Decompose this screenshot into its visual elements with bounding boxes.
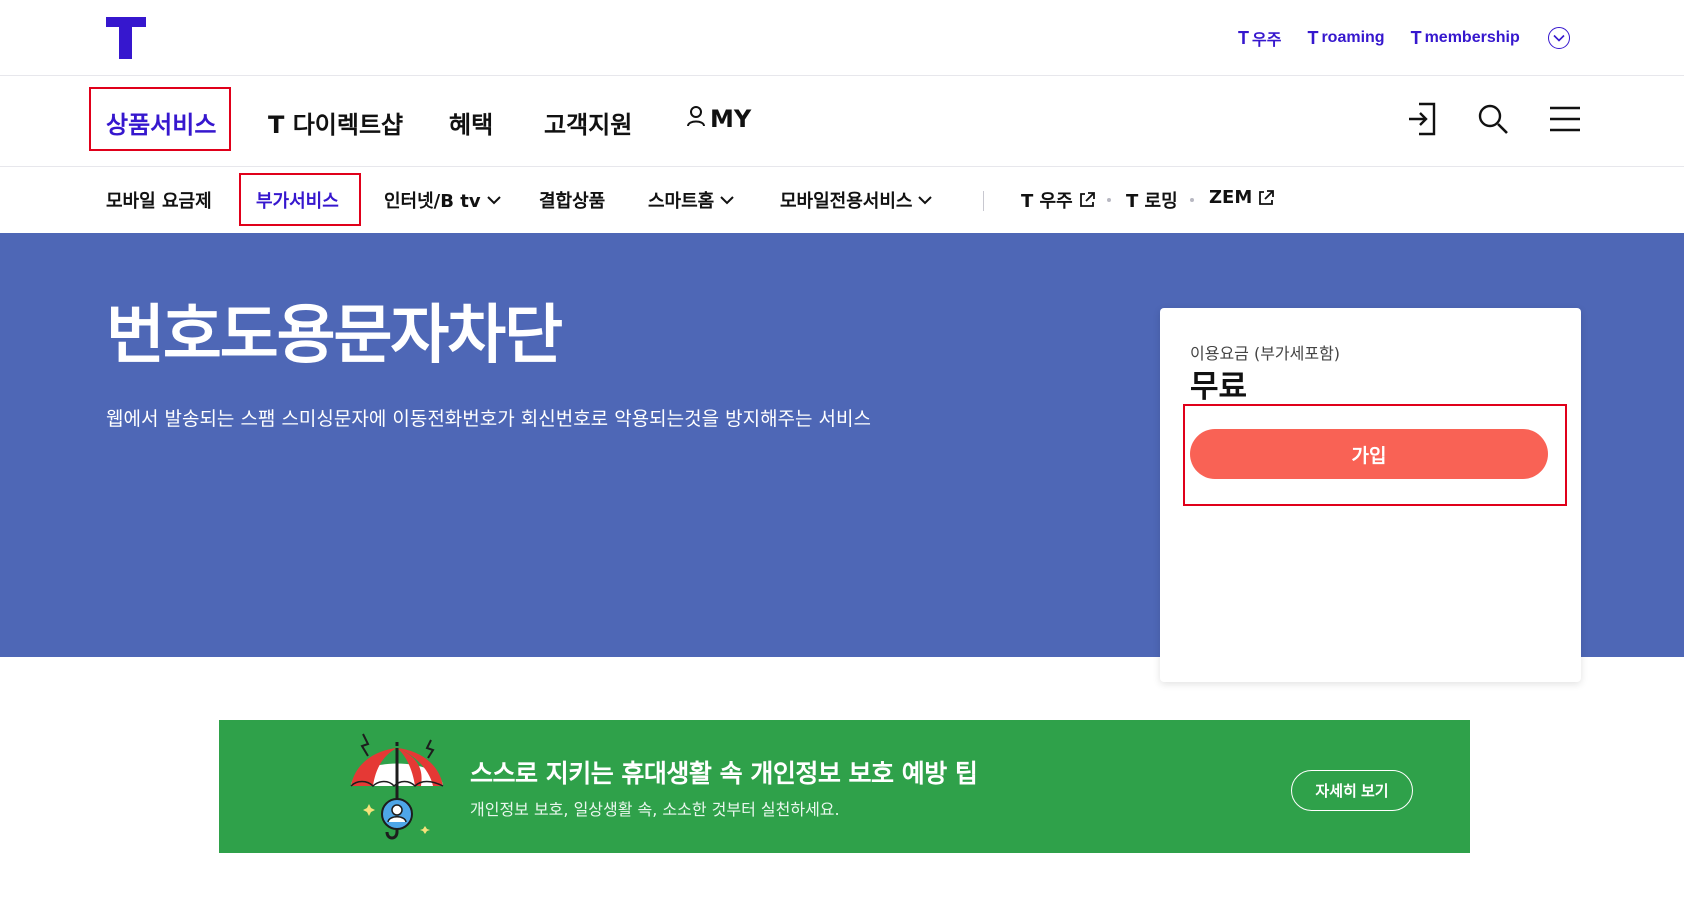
util-link-label: membership xyxy=(1424,29,1520,46)
lnb-item-t-roaming[interactable]: T 로밍 xyxy=(1126,187,1178,213)
page-title: 번호도용문자차단 xyxy=(106,299,563,373)
lnb-item-label: ZEM xyxy=(1209,187,1253,208)
separator-dot xyxy=(1190,198,1194,202)
main-navigation: 상품서비스 T 다이렉트샵 혜택 고객지원 MY xyxy=(0,77,1684,167)
lnb-item-label: 모바일전용서비스 xyxy=(780,191,913,212)
lnb-item-label: 스마트홈 xyxy=(648,191,715,212)
gnb-item-label: MY xyxy=(710,105,752,133)
util-link-prefix: T xyxy=(1307,27,1319,48)
util-link-t-universe[interactable]: T 우주 xyxy=(1238,26,1281,50)
divider xyxy=(983,191,984,211)
chevron-down-circle-icon[interactable] xyxy=(1547,27,1570,49)
lnb-item-bundles[interactable]: 결합상품 xyxy=(539,187,605,213)
chevron-down-icon xyxy=(720,195,734,204)
lnb-item-t-universe[interactable]: T 우주 xyxy=(1021,187,1095,213)
t-world-logo[interactable] xyxy=(106,17,146,59)
gnb-item-support[interactable]: 고객지원 xyxy=(544,105,632,140)
util-link-label: roaming xyxy=(1321,29,1385,46)
price-value: 무료 xyxy=(1190,369,1248,405)
person-icon xyxy=(686,105,706,133)
lnb-item-label: 인터넷/B tv xyxy=(384,191,481,212)
chevron-down-icon xyxy=(918,195,933,204)
util-link-prefix: T xyxy=(1238,27,1249,48)
external-link-icon xyxy=(1079,192,1095,207)
lnb-item-additional-services[interactable]: 부가서비스 xyxy=(256,187,339,213)
banner-subtitle: 개인정보 보호, 일상생활 속, 소소한 것부터 실천하세요. xyxy=(470,800,840,819)
chevron-down-icon xyxy=(486,195,501,204)
sub-navigation: 모바일 요금제 부가서비스 인터넷/B tv 결합상품 스마트홈 모바일전용서비… xyxy=(0,167,1684,233)
util-link-t-roaming[interactable]: T roaming xyxy=(1307,28,1384,49)
gnb-item-my[interactable]: MY xyxy=(686,105,751,133)
util-link-prefix: T xyxy=(1410,27,1422,48)
price-card: 이용요금 (부가세포함) 무료 가입 xyxy=(1160,308,1581,682)
external-link-icon xyxy=(1259,189,1275,205)
util-link-label: 우주 xyxy=(1252,32,1282,49)
gnb-item-direct-shop[interactable]: T 다이렉트샵 xyxy=(268,105,403,140)
lnb-item-mobile-only[interactable]: 모바일전용서비스 xyxy=(780,187,933,213)
search-icon[interactable] xyxy=(1475,101,1511,137)
login-icon[interactable] xyxy=(1404,101,1440,137)
privacy-tip-banner[interactable]: 스스로 지키는 휴대생활 속 개인정보 보호 예방 팁 개인정보 보호, 일상생… xyxy=(219,720,1470,853)
umbrella-icon xyxy=(350,733,444,840)
lnb-item-label: T 우주 xyxy=(1021,191,1073,212)
gnb-item-benefits[interactable]: 혜택 xyxy=(449,105,493,140)
join-button[interactable]: 가입 xyxy=(1190,429,1548,479)
view-details-button[interactable]: 자세히 보기 xyxy=(1291,770,1413,811)
logo-stem xyxy=(119,26,132,59)
separator-dot xyxy=(1107,198,1111,202)
banner-title: 스스로 지키는 휴대생활 속 개인정보 보호 예방 팁 xyxy=(470,759,978,788)
lnb-item-smart-home[interactable]: 스마트홈 xyxy=(648,187,734,213)
util-links: T 우주 T roaming T membership xyxy=(1238,26,1570,50)
lnb-item-internet-btv[interactable]: 인터넷/B tv xyxy=(384,187,501,213)
util-link-t-membership[interactable]: T membership xyxy=(1411,28,1520,49)
gnb-item-products[interactable]: 상품서비스 xyxy=(106,105,216,140)
top-utility-bar: T 우주 T roaming T membership xyxy=(0,0,1684,76)
lnb-item-mobile-plans[interactable]: 모바일 요금제 xyxy=(106,187,212,213)
service-description: 웹에서 발송되는 스팸 스미싱문자에 이동전화번호가 회신번호로 악용되는것을 … xyxy=(106,408,871,430)
lnb-item-zem[interactable]: ZEM xyxy=(1209,187,1275,208)
menu-icon[interactable] xyxy=(1547,101,1583,137)
